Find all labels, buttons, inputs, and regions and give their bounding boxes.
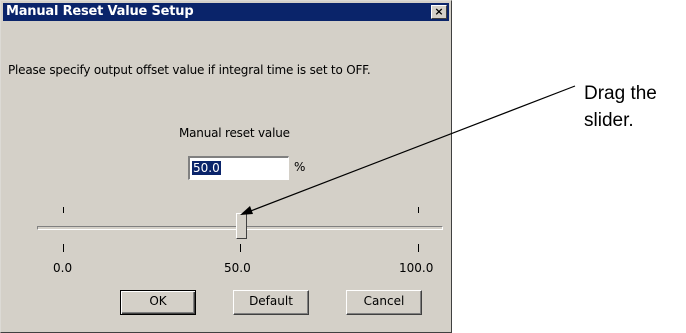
annotation-line-2: slider.: [584, 110, 634, 131]
annotation-line-1: Drag the: [584, 83, 657, 104]
annotation-callout: Drag the slider.: [584, 80, 657, 134]
annotation-arrow: [240, 85, 576, 215]
